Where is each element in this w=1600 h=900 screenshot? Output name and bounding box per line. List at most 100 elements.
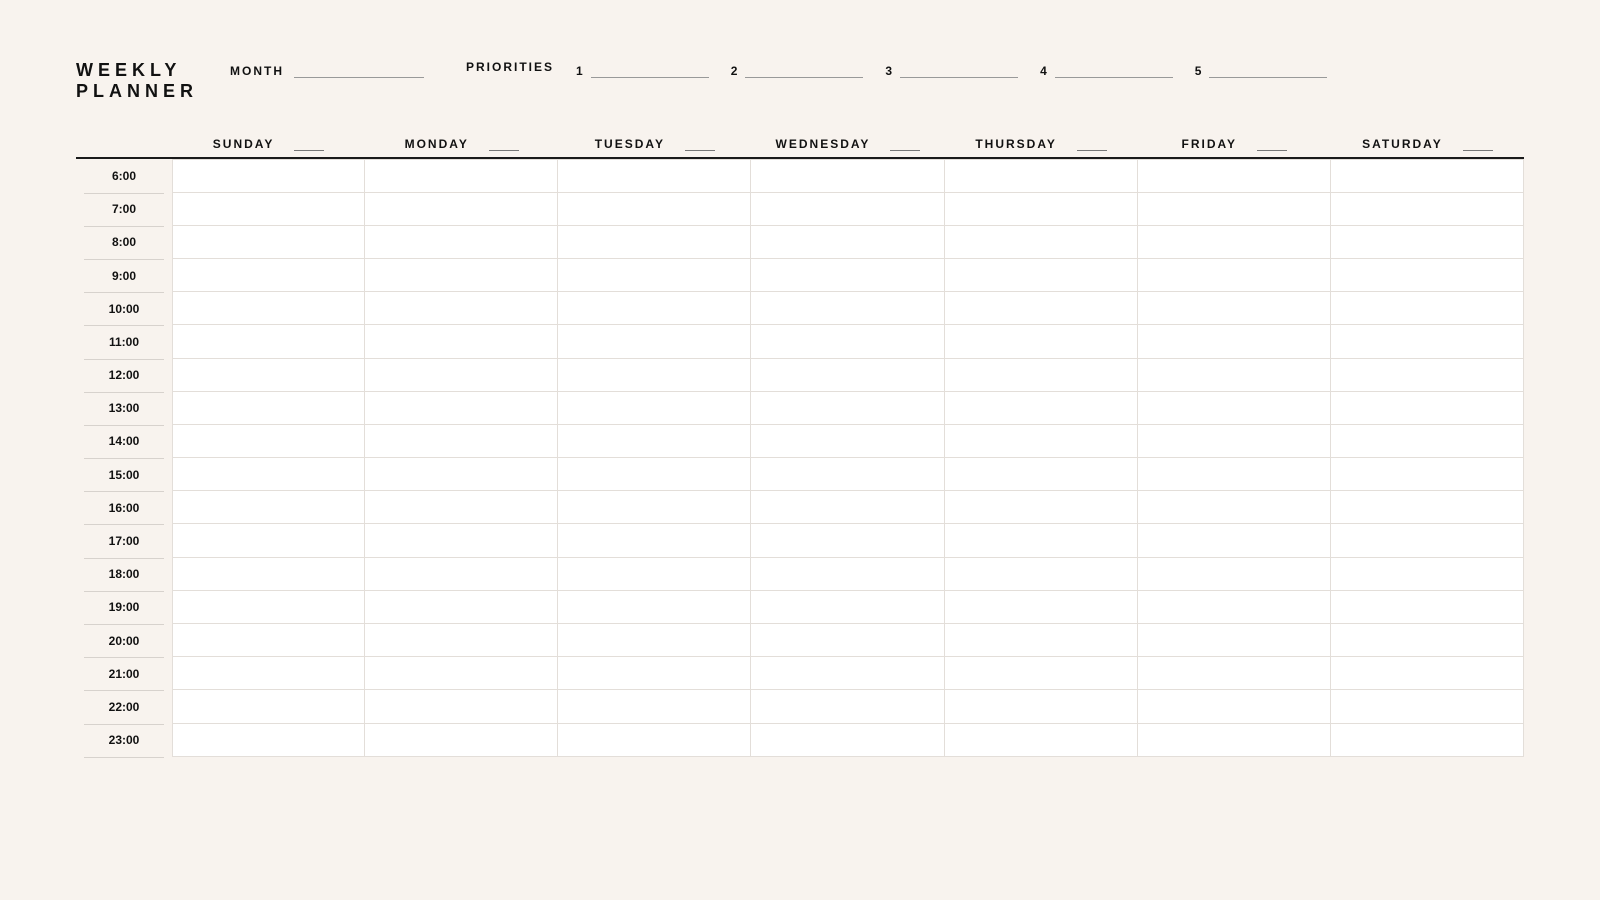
schedule-slot[interactable] <box>172 491 365 524</box>
schedule-slot[interactable] <box>751 524 944 557</box>
schedule-slot[interactable] <box>1331 558 1524 591</box>
schedule-slot[interactable] <box>945 259 1138 292</box>
schedule-slot[interactable] <box>945 159 1138 192</box>
schedule-slot[interactable] <box>365 325 558 358</box>
schedule-slot[interactable] <box>172 524 365 557</box>
schedule-slot[interactable] <box>365 458 558 491</box>
schedule-slot[interactable] <box>172 425 365 458</box>
schedule-slot[interactable] <box>558 226 751 259</box>
day-date-monday[interactable] <box>489 137 519 151</box>
schedule-slot[interactable] <box>945 690 1138 723</box>
schedule-slot[interactable] <box>1331 259 1524 292</box>
day-date-friday[interactable] <box>1257 137 1287 151</box>
schedule-slot[interactable] <box>172 226 365 259</box>
schedule-slot[interactable] <box>558 359 751 392</box>
schedule-slot[interactable] <box>365 359 558 392</box>
schedule-slot[interactable] <box>1331 226 1524 259</box>
schedule-slot[interactable] <box>558 591 751 624</box>
schedule-slot[interactable] <box>172 325 365 358</box>
day-date-thursday[interactable] <box>1077 137 1107 151</box>
schedule-slot[interactable] <box>751 458 944 491</box>
priority-2-input[interactable] <box>745 60 863 78</box>
schedule-slot[interactable] <box>1138 292 1331 325</box>
schedule-slot[interactable] <box>365 193 558 226</box>
schedule-slot[interactable] <box>172 591 365 624</box>
schedule-slot[interactable] <box>365 558 558 591</box>
schedule-slot[interactable] <box>1331 624 1524 657</box>
schedule-slot[interactable] <box>751 624 944 657</box>
schedule-slot[interactable] <box>751 558 944 591</box>
schedule-slot[interactable] <box>558 724 751 757</box>
day-date-tuesday[interactable] <box>685 137 715 151</box>
schedule-slot[interactable] <box>558 259 751 292</box>
schedule-slot[interactable] <box>558 425 751 458</box>
schedule-slot[interactable] <box>945 359 1138 392</box>
schedule-slot[interactable] <box>945 491 1138 524</box>
schedule-slot[interactable] <box>751 259 944 292</box>
schedule-slot[interactable] <box>172 392 365 425</box>
schedule-slot[interactable] <box>751 491 944 524</box>
schedule-slot[interactable] <box>365 657 558 690</box>
schedule-slot[interactable] <box>172 292 365 325</box>
schedule-slot[interactable] <box>751 591 944 624</box>
schedule-slot[interactable] <box>558 392 751 425</box>
schedule-slot[interactable] <box>1331 292 1524 325</box>
priority-4-input[interactable] <box>1055 60 1173 78</box>
schedule-slot[interactable] <box>945 657 1138 690</box>
schedule-slot[interactable] <box>1331 724 1524 757</box>
schedule-slot[interactable] <box>1138 193 1331 226</box>
schedule-slot[interactable] <box>751 159 944 192</box>
schedule-slot[interactable] <box>365 491 558 524</box>
schedule-slot[interactable] <box>945 558 1138 591</box>
month-input[interactable] <box>294 60 424 78</box>
schedule-slot[interactable] <box>945 724 1138 757</box>
schedule-slot[interactable] <box>751 226 944 259</box>
schedule-slot[interactable] <box>365 159 558 192</box>
day-date-saturday[interactable] <box>1463 137 1493 151</box>
schedule-slot[interactable] <box>1138 259 1331 292</box>
schedule-slot[interactable] <box>172 458 365 491</box>
schedule-slot[interactable] <box>172 724 365 757</box>
schedule-slot[interactable] <box>1331 392 1524 425</box>
schedule-slot[interactable] <box>1138 491 1331 524</box>
schedule-slot[interactable] <box>751 193 944 226</box>
schedule-slot[interactable] <box>1138 392 1331 425</box>
schedule-slot[interactable] <box>365 425 558 458</box>
schedule-slot[interactable] <box>1331 591 1524 624</box>
schedule-slot[interactable] <box>945 425 1138 458</box>
schedule-slot[interactable] <box>945 226 1138 259</box>
schedule-slot[interactable] <box>365 690 558 723</box>
schedule-slot[interactable] <box>365 226 558 259</box>
schedule-slot[interactable] <box>751 359 944 392</box>
priority-3-input[interactable] <box>900 60 1018 78</box>
schedule-slot[interactable] <box>172 259 365 292</box>
schedule-slot[interactable] <box>1331 159 1524 192</box>
priority-5-input[interactable] <box>1209 60 1327 78</box>
schedule-slot[interactable] <box>365 292 558 325</box>
schedule-slot[interactable] <box>1138 591 1331 624</box>
schedule-slot[interactable] <box>558 292 751 325</box>
schedule-slot[interactable] <box>365 392 558 425</box>
schedule-slot[interactable] <box>1138 359 1331 392</box>
schedule-slot[interactable] <box>172 558 365 591</box>
schedule-slot[interactable] <box>1138 624 1331 657</box>
schedule-slot[interactable] <box>1331 193 1524 226</box>
schedule-slot[interactable] <box>172 657 365 690</box>
schedule-slot[interactable] <box>558 159 751 192</box>
schedule-slot[interactable] <box>365 724 558 757</box>
schedule-slot[interactable] <box>1331 657 1524 690</box>
schedule-slot[interactable] <box>1138 458 1331 491</box>
day-date-wednesday[interactable] <box>890 137 920 151</box>
schedule-slot[interactable] <box>172 159 365 192</box>
schedule-slot[interactable] <box>1331 425 1524 458</box>
schedule-slot[interactable] <box>1331 690 1524 723</box>
schedule-slot[interactable] <box>1331 491 1524 524</box>
schedule-slot[interactable] <box>1138 690 1331 723</box>
schedule-slot[interactable] <box>751 657 944 690</box>
schedule-slot[interactable] <box>1138 657 1331 690</box>
priority-1-input[interactable] <box>591 60 709 78</box>
schedule-slot[interactable] <box>1138 226 1331 259</box>
schedule-slot[interactable] <box>751 325 944 358</box>
schedule-slot[interactable] <box>365 624 558 657</box>
schedule-slot[interactable] <box>558 690 751 723</box>
